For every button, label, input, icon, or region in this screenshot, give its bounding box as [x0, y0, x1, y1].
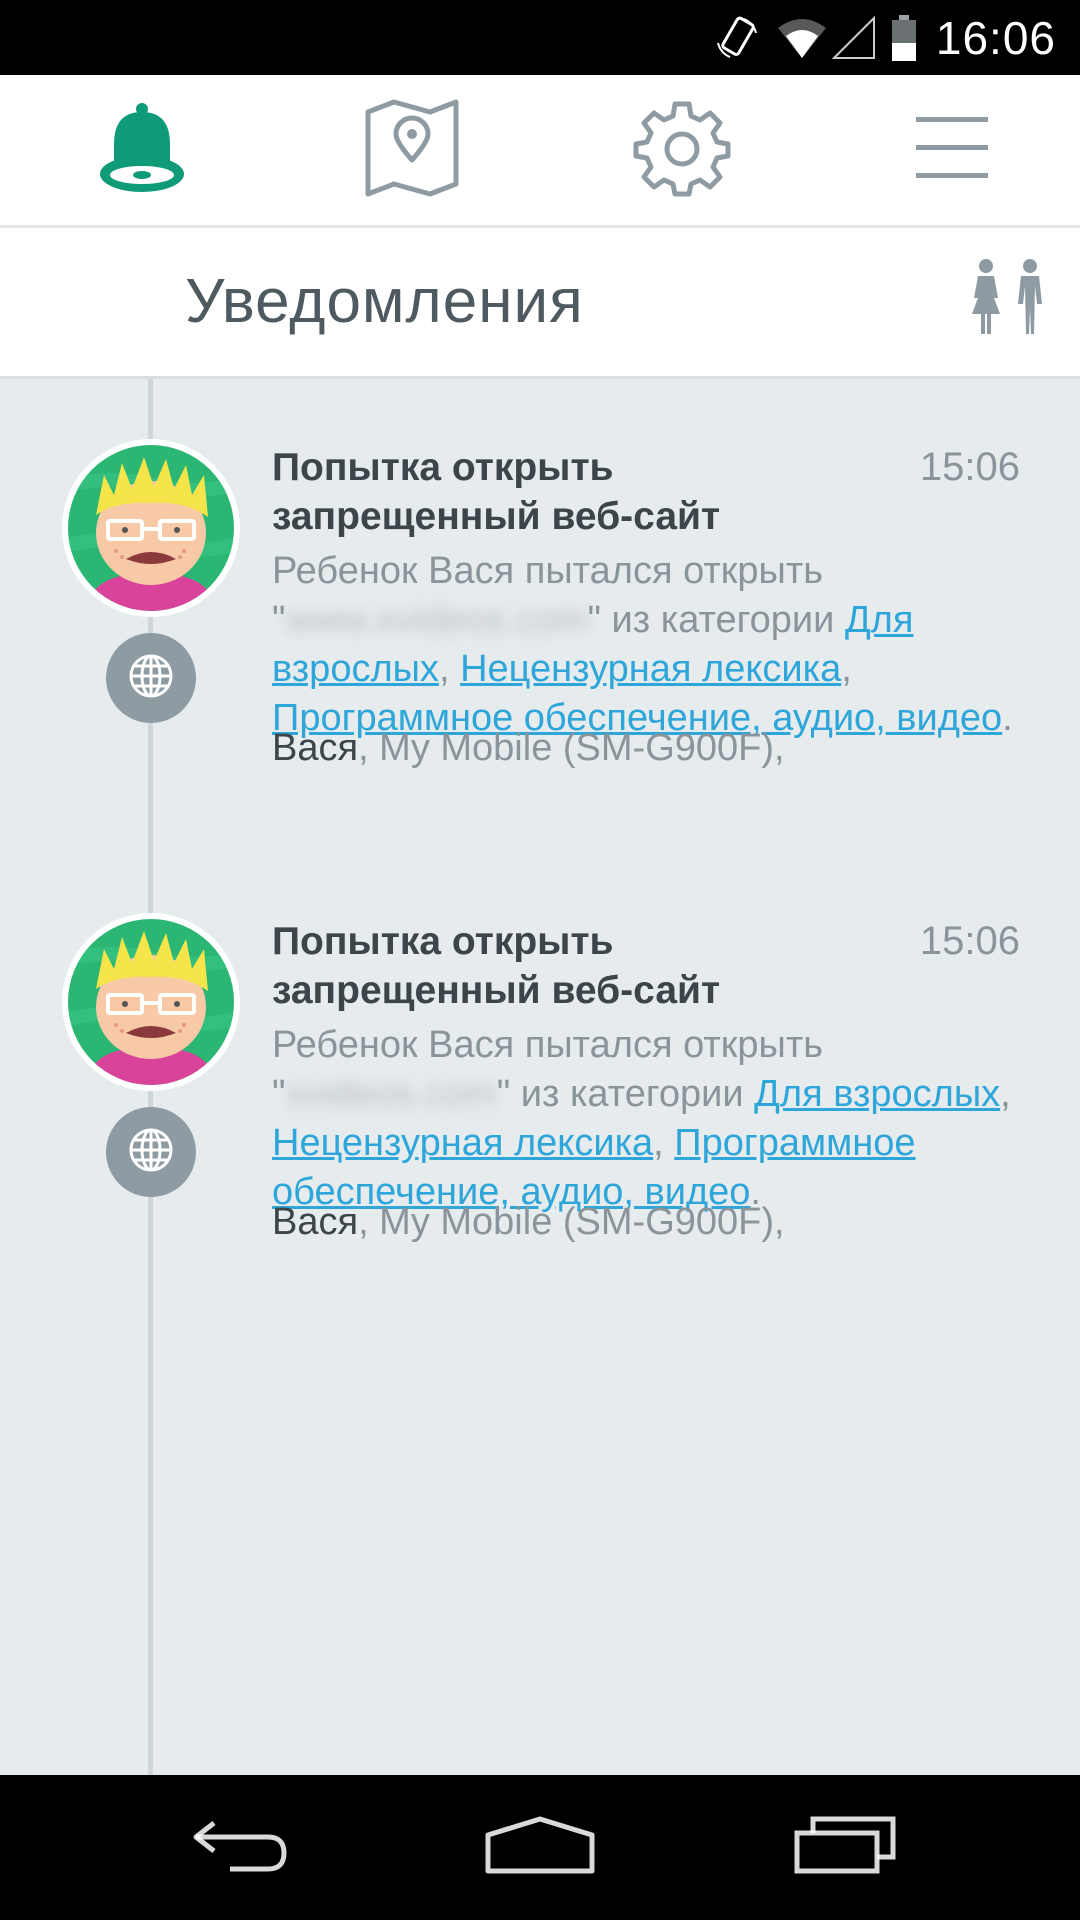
notification-time: 15:06	[919, 919, 1020, 963]
globe-icon	[127, 652, 175, 705]
body-middle: из категории	[600, 599, 845, 641]
category-badge	[106, 633, 196, 723]
notification-title: Попытка открыть запрещенный веб-сайт	[272, 920, 721, 1012]
status-bar: 16:06	[0, 0, 1080, 75]
device-name: , My Mobile (SM-G900F),	[358, 727, 785, 769]
separator: ,	[841, 648, 852, 690]
nav-map[interactable]	[277, 75, 547, 225]
category-link-adult[interactable]: Для взрослых	[754, 1073, 1000, 1115]
avatar	[62, 439, 240, 617]
body-prefix: Ребенок Вася пытался открыть	[272, 550, 824, 592]
separator: ,	[653, 1122, 675, 1164]
notification-item[interactable]: Попытка открыть запрещенный веб-сайт 15:…	[0, 379, 1080, 853]
quote-close: "	[496, 1073, 511, 1115]
notification-body: Ребенок Вася пытался открыть "xvideos.co…	[272, 1021, 1032, 1217]
notification-body: Ребенок Вася пытался открыть "www.xvideo…	[272, 547, 1032, 743]
home-icon	[484, 1815, 596, 1880]
back-button[interactable]	[140, 1775, 340, 1920]
notification-meta: Вася, My Mobile (SM-G900F),	[272, 724, 1032, 773]
recents-icon	[793, 1815, 897, 1880]
quote-open: "	[272, 1073, 286, 1115]
page-title: Уведомления	[185, 267, 584, 336]
category-link-profanity[interactable]: Нецензурная лексика	[460, 648, 841, 690]
nav-notifications[interactable]	[7, 75, 277, 225]
category-badge	[106, 1107, 196, 1197]
header: Уведомления	[0, 228, 1080, 379]
quote-close: "	[587, 599, 601, 641]
hamburger-menu-icon	[914, 113, 990, 188]
family-icon	[964, 259, 1054, 342]
category-link-profanity[interactable]: Нецензурная лексика	[272, 1122, 653, 1164]
child-name: Вася	[272, 1201, 359, 1243]
nav-settings[interactable]	[547, 75, 817, 225]
home-button[interactable]	[440, 1775, 640, 1920]
body-middle: из категории	[510, 1073, 755, 1115]
body-prefix: Ребенок Вася пытался открыть	[272, 1024, 824, 1066]
gear-icon	[632, 98, 732, 203]
wifi-icon	[776, 16, 828, 60]
top-navigation	[0, 75, 1080, 228]
battery-icon	[890, 13, 918, 63]
quote-open: "	[272, 599, 286, 641]
notification-item[interactable]: Попытка открыть запрещенный веб-сайт 15:…	[0, 853, 1080, 1327]
recents-button[interactable]	[745, 1775, 945, 1920]
rotate-icon	[712, 13, 762, 63]
child-name: Вася	[272, 727, 359, 769]
back-icon	[190, 1815, 290, 1880]
notifications-list[interactable]: Попытка открыть запрещенный веб-сайт 15:…	[0, 379, 1080, 1775]
notification-time: 15:06	[919, 445, 1020, 489]
system-navigation-bar	[0, 1775, 1080, 1920]
map-pin-icon	[362, 98, 462, 203]
globe-icon	[127, 1126, 175, 1179]
blurred-url: xvideos.com	[285, 1073, 497, 1115]
device-name: , My Mobile (SM-G900F),	[358, 1201, 785, 1243]
nav-menu[interactable]	[817, 75, 1080, 225]
bell-icon	[97, 100, 187, 201]
separator: ,	[438, 648, 461, 690]
status-icons: 16:06	[712, 0, 1056, 75]
signal-icon	[831, 15, 876, 60]
clock: 16:06	[935, 11, 1056, 64]
family-button[interactable]	[964, 258, 1054, 348]
blurred-url: www.xvideos.com	[285, 599, 588, 641]
separator: ,	[1000, 1073, 1011, 1115]
avatar	[62, 913, 240, 1091]
notification-title: Попытка открыть запрещенный веб-сайт	[272, 446, 721, 538]
notification-meta: Вася, My Mobile (SM-G900F),	[272, 1198, 1032, 1247]
